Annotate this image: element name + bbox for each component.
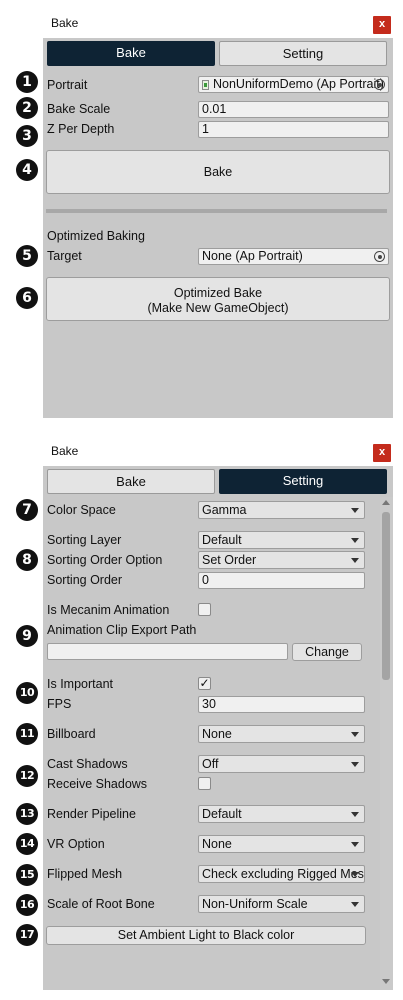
step-badge-1: 1 — [16, 71, 38, 93]
scrollbar-thumb[interactable] — [382, 512, 390, 680]
change-button[interactable]: Change — [292, 643, 362, 661]
portrait-field[interactable]: NonUniformDemo (Ap Portrait) — [198, 76, 389, 93]
bake-scale-label: Bake Scale — [47, 102, 111, 116]
step-badge-5: 5 — [16, 245, 38, 267]
step-badge-7: 7 — [16, 499, 38, 521]
scale-root-bone-label: Scale of Root Bone — [47, 897, 155, 911]
billboard-label: Billboard — [47, 727, 96, 741]
cast-shadows-dropdown[interactable]: Off — [198, 755, 365, 773]
tab-bake[interactable]: Bake — [47, 469, 215, 494]
color-space-label: Color Space — [47, 503, 116, 517]
chevron-down-icon — [351, 812, 359, 817]
close-button[interactable]: x — [373, 16, 391, 34]
window-title: Bake — [51, 444, 79, 458]
tab-bake[interactable]: Bake — [47, 41, 215, 66]
step-badge-9: 9 — [16, 625, 38, 647]
receive-shadows-checkbox[interactable] — [198, 777, 211, 790]
step-badge-17: 17 — [16, 924, 38, 946]
render-pipeline-dropdown[interactable]: Default — [198, 805, 365, 823]
window-title: Bake — [51, 16, 79, 30]
chevron-down-icon — [351, 508, 359, 513]
sorting-layer-dropdown[interactable]: Default — [198, 531, 365, 549]
scroll-down-icon[interactable] — [382, 979, 390, 984]
chevron-down-icon — [351, 538, 359, 543]
is-important-label: Is Important — [47, 677, 113, 691]
sorting-order-option-label: Sorting Order Option — [47, 553, 163, 567]
tab-setting[interactable]: Setting — [219, 41, 387, 66]
bake-scale-input[interactable]: 0.01 — [198, 101, 389, 118]
optimized-bake-line2: (Make New GameObject) — [147, 301, 289, 315]
target-field[interactable]: None (Ap Portrait) — [198, 248, 389, 265]
z-per-depth-input[interactable]: 1 — [198, 121, 389, 138]
billboard-value: None — [202, 727, 232, 741]
chevron-down-icon — [351, 872, 359, 877]
object-picker-icon[interactable] — [374, 251, 385, 262]
step-badge-3: 3 — [16, 125, 38, 147]
chevron-down-icon — [351, 842, 359, 847]
anim-export-path-label: Animation Clip Export Path — [47, 623, 197, 637]
object-picker-icon[interactable] — [374, 79, 385, 90]
chevron-down-icon — [351, 732, 359, 737]
sorting-order-option-dropdown[interactable]: Set Order — [198, 551, 365, 569]
vr-option-label: VR Option — [47, 837, 105, 851]
flipped-mesh-value: Check excluding Rigged Mesh — [202, 867, 365, 881]
step-badge-11: 11 — [16, 723, 38, 745]
bake-button[interactable]: Bake — [46, 150, 390, 194]
step-badge-4: 4 — [16, 159, 38, 181]
color-space-value: Gamma — [202, 503, 247, 517]
step-badge-15: 15 — [16, 864, 38, 886]
step-badge-16: 16 — [16, 894, 38, 916]
close-button[interactable]: x — [373, 444, 391, 462]
sorting-order-label: Sorting Order — [47, 573, 123, 587]
step-badge-8: 8 — [16, 549, 38, 571]
flipped-mesh-dropdown[interactable]: Check excluding Rigged Mesh — [198, 865, 365, 883]
optimized-bake-line1: Optimized Bake — [173, 286, 263, 300]
target-value: None (Ap Portrait) — [202, 249, 303, 263]
step-badge-6: 6 — [16, 287, 38, 309]
scale-root-bone-dropdown[interactable]: Non-Uniform Scale — [198, 895, 365, 913]
optimized-bake-button[interactable]: Optimized Bake (Make New GameObject) — [46, 277, 390, 321]
fps-label: FPS — [47, 697, 72, 711]
is-important-checkbox[interactable]: ✓ — [198, 677, 211, 690]
scale-root-bone-value: Non-Uniform Scale — [202, 897, 308, 911]
anim-export-path-input[interactable] — [47, 643, 288, 660]
target-label: Target — [47, 249, 82, 263]
fps-input[interactable]: 30 — [198, 696, 365, 713]
section-divider — [46, 209, 387, 213]
step-badge-13: 13 — [16, 803, 38, 825]
sorting-order-input[interactable]: 0 — [198, 572, 365, 589]
cast-shadows-value: Off — [202, 757, 219, 771]
portrait-value: NonUniformDemo (Ap Portrait) — [213, 77, 384, 91]
tab-setting[interactable]: Setting — [219, 469, 387, 494]
set-ambient-light-button[interactable]: Set Ambient Light to Black color — [46, 926, 366, 945]
mecanim-checkbox[interactable] — [198, 603, 211, 616]
sorting-layer-value: Default — [202, 533, 242, 547]
render-pipeline-label: Render Pipeline — [47, 807, 136, 821]
portrait-label: Portrait — [47, 78, 88, 92]
chevron-down-icon — [351, 902, 359, 907]
z-per-depth-label: Z Per Depth — [47, 122, 115, 136]
flipped-mesh-label: Flipped Mesh — [47, 867, 123, 881]
billboard-dropdown[interactable]: None — [198, 725, 365, 743]
portrait-asset-icon — [202, 80, 209, 90]
receive-shadows-label: Receive Shadows — [47, 777, 148, 791]
chevron-down-icon — [351, 558, 359, 563]
optimized-baking-heading: Optimized Baking — [47, 229, 145, 243]
vr-option-value: None — [202, 837, 232, 851]
chevron-down-icon — [351, 762, 359, 767]
bake-panel — [43, 38, 393, 418]
render-pipeline-value: Default — [202, 807, 242, 821]
color-space-dropdown[interactable]: Gamma — [198, 501, 365, 519]
scroll-up-icon[interactable] — [382, 500, 390, 505]
sorting-order-option-value: Set Order — [202, 553, 257, 567]
cast-shadows-label: Cast Shadows — [47, 757, 128, 771]
mecanim-label: Is Mecanim Animation — [47, 603, 170, 617]
step-badge-10: 10 — [16, 682, 38, 704]
step-badge-12: 12 — [16, 765, 38, 787]
vr-option-dropdown[interactable]: None — [198, 835, 365, 853]
sorting-layer-label: Sorting Layer — [47, 533, 122, 547]
step-badge-14: 14 — [16, 833, 38, 855]
step-badge-2: 2 — [16, 97, 38, 119]
